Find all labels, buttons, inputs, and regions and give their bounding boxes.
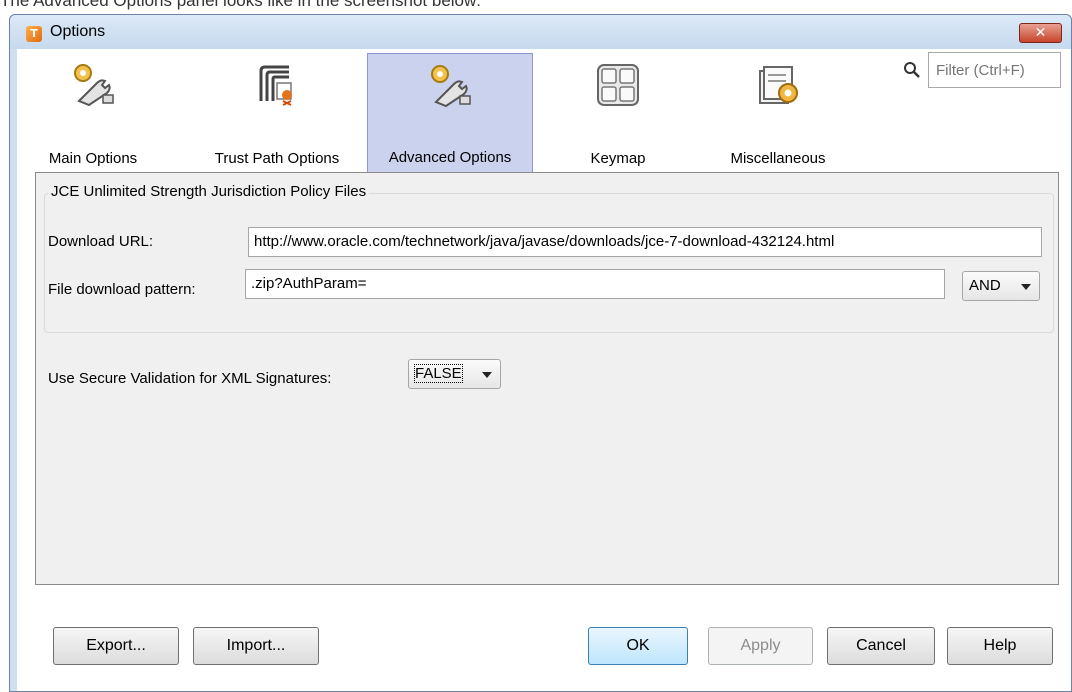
tab-label: Keymap [590, 150, 646, 167]
download-url-field[interactable]: http://www.oracle.com/technetwork/java/j… [248, 227, 1042, 257]
jce-policy-group [44, 193, 1054, 333]
search-icon [903, 61, 921, 79]
app-icon: T [26, 26, 42, 42]
secure-validation-value: FALSE [414, 364, 463, 383]
group-title: JCE Unlimited Strength Jurisdiction Poli… [48, 183, 370, 200]
trust-path-icon [253, 61, 301, 109]
tab-label: Advanced Options [388, 149, 512, 166]
chevron-down-icon [1021, 284, 1031, 290]
tab-miscellaneous[interactable]: Miscellaneous [703, 53, 853, 173]
tab-label: Main Options [48, 150, 138, 167]
gears-wrench-icon [69, 61, 117, 109]
tab-label: Miscellaneous [730, 150, 826, 167]
export-button[interactable]: Export... [53, 627, 179, 665]
options-window: T Options ✕ Main Options Trust Path Opti… [9, 14, 1072, 692]
keyboard-keys-icon [594, 61, 642, 109]
tab-main-options[interactable]: Main Options [33, 53, 153, 173]
tab-label: Trust Path Options [214, 150, 340, 167]
import-button[interactable]: Import... [193, 627, 319, 665]
ok-button[interactable]: OK [588, 627, 688, 665]
folders-gear-icon [754, 61, 802, 109]
dialog-client-area: Main Options Trust Path Options Advanced… [17, 49, 1071, 691]
advanced-options-panel: JCE Unlimited Strength Jurisdiction Poli… [35, 172, 1059, 585]
pattern-label: File download pattern: [48, 281, 196, 298]
help-button[interactable]: Help [947, 627, 1053, 665]
page-caption: The Advanced Options panel looks like in… [0, 0, 482, 10]
pattern-operator-dropdown[interactable]: AND [962, 271, 1040, 301]
tab-advanced-options[interactable]: Advanced Options [367, 53, 533, 173]
download-url-label: Download URL: [48, 233, 154, 250]
gears-wrench-icon [426, 62, 474, 110]
filter-input[interactable] [928, 52, 1061, 88]
apply-button: Apply [708, 627, 813, 665]
tab-keymap[interactable]: Keymap [563, 53, 673, 173]
secure-validation-label: Use Secure Validation for XML Signatures… [48, 370, 332, 387]
tab-trust-path-options[interactable]: Trust Path Options [193, 53, 361, 173]
chevron-down-icon [482, 372, 492, 378]
operator-value: AND [969, 277, 1001, 294]
pattern-field[interactable]: .zip?AuthParam= [245, 269, 945, 299]
secure-validation-dropdown[interactable]: FALSE [408, 359, 501, 389]
close-button[interactable]: ✕ [1019, 23, 1062, 43]
cancel-button[interactable]: Cancel [827, 627, 935, 665]
window-title: Options [50, 23, 106, 40]
title-bar: T Options ✕ [10, 15, 1071, 49]
